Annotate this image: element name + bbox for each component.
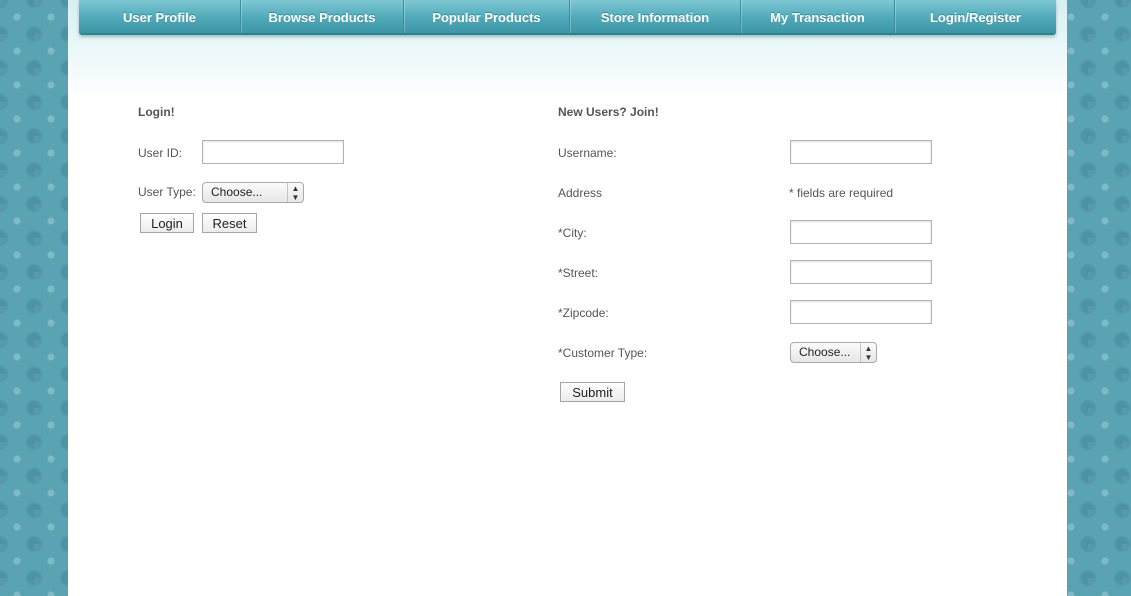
- nav-item-popular-products[interactable]: Popular Products: [404, 0, 569, 33]
- city-label: *City:: [558, 226, 587, 240]
- customer-type-select[interactable]: Choose... ▲ ▼: [790, 342, 877, 363]
- user-type-selected-value: Choose...: [211, 185, 263, 199]
- zipcode-input[interactable]: [790, 300, 932, 324]
- user-type-select[interactable]: Choose... ▲ ▼: [202, 182, 304, 203]
- street-input[interactable]: [790, 260, 932, 284]
- user-id-input[interactable]: [202, 140, 344, 164]
- select-updown-arrow-icon: ▲ ▼: [287, 183, 303, 202]
- select-updown-arrow-icon: ▲ ▼: [860, 343, 876, 362]
- address-label: Address: [558, 186, 603, 200]
- username-input[interactable]: [790, 140, 932, 164]
- nav-item-browse-products[interactable]: Browse Products: [241, 0, 403, 33]
- street-label: *Street:: [558, 266, 599, 280]
- main-nav: User Profile Browse Products Popular Pro…: [79, 0, 1056, 35]
- login-button[interactable]: Login: [140, 213, 194, 233]
- nav-item-store-information[interactable]: Store Information: [570, 0, 740, 33]
- user-type-label: User Type:: [138, 185, 196, 199]
- login-heading: Login!: [138, 105, 175, 119]
- city-input[interactable]: [790, 220, 932, 244]
- reset-button[interactable]: Reset: [202, 213, 257, 233]
- user-id-label: User ID:: [138, 146, 183, 160]
- page-container: User Profile Browse Products Popular Pro…: [68, 0, 1067, 596]
- username-label: Username:: [558, 146, 617, 160]
- customer-type-label: *Customer Type:: [558, 346, 648, 360]
- nav-item-user-profile[interactable]: User Profile: [79, 0, 240, 33]
- customer-type-selected-value: Choose...: [799, 345, 851, 359]
- submit-button[interactable]: Submit: [560, 382, 625, 402]
- register-heading: New Users? Join!: [558, 105, 659, 119]
- nav-item-my-transaction[interactable]: My Transaction: [741, 0, 894, 33]
- nav-item-login-register[interactable]: Login/Register: [895, 0, 1056, 33]
- required-fields-note: * fields are required: [789, 186, 894, 200]
- zipcode-label: *Zipcode:: [558, 306, 609, 320]
